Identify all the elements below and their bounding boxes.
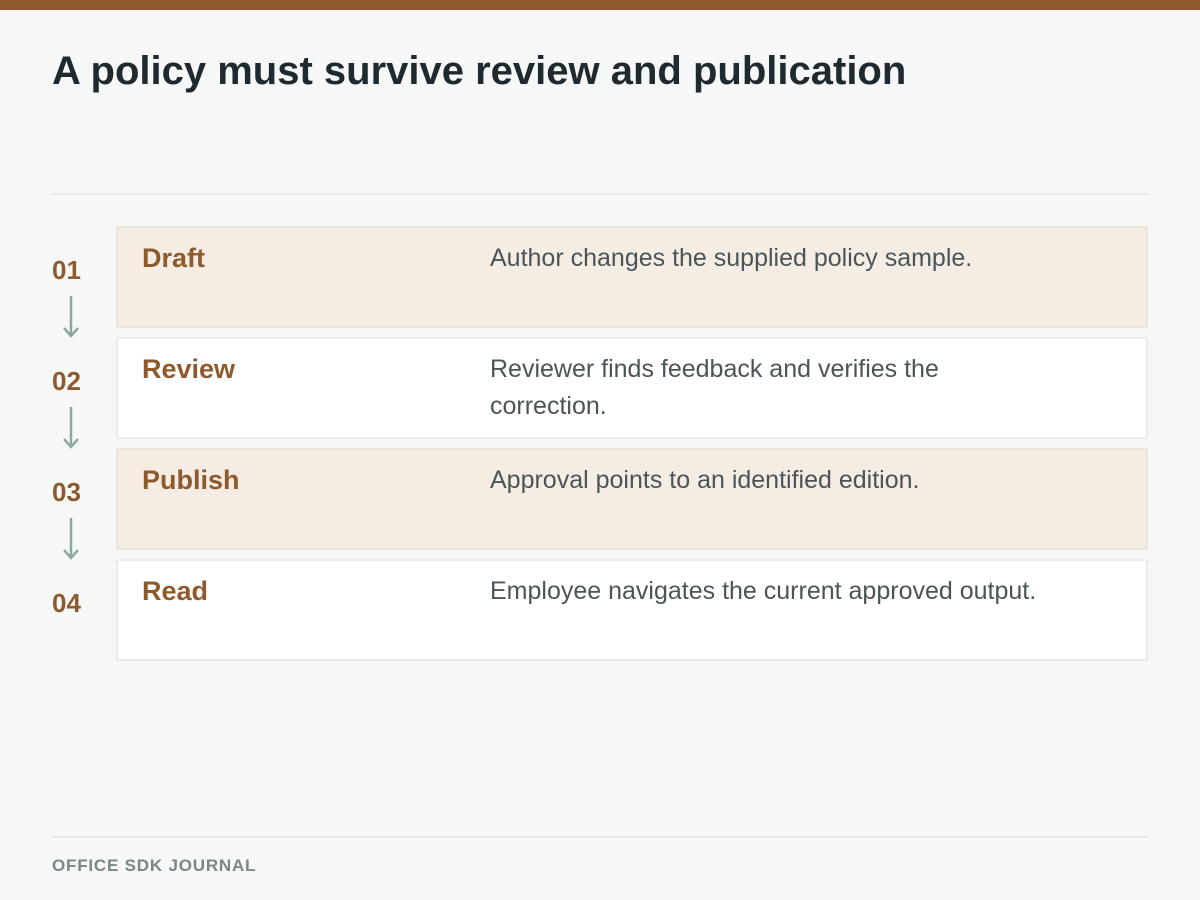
page-title: A policy must survive review and publica…	[52, 49, 907, 93]
step-name: Draft	[142, 243, 206, 273]
step-name: Read	[142, 576, 209, 606]
top-accent-bar	[0, 0, 1200, 10]
bottom-divider	[52, 836, 1148, 838]
step-card-publish: Publish Approval points to an identified…	[116, 448, 1148, 550]
step-card-read: Read Employee navigates the current appr…	[116, 559, 1148, 661]
top-divider	[52, 193, 1148, 195]
step-description: Employee navigates the current approved …	[490, 577, 1037, 605]
step-name: Publish	[142, 465, 240, 495]
step-number: 04	[52, 588, 81, 618]
step-number: 03	[52, 477, 81, 507]
footer-label: OFFICE SDK JOURNAL	[52, 856, 257, 875]
step-description: Author changes the supplied policy sampl…	[490, 244, 973, 272]
down-arrow-icon	[63, 296, 79, 338]
down-arrow-icon	[63, 518, 79, 560]
step-name: Review	[142, 354, 236, 384]
step-card-review: Review Reviewer finds feedback and verif…	[116, 337, 1148, 439]
step-description: Reviewer finds feedback and verifies the…	[490, 355, 939, 420]
step-description: Approval points to an identified edition…	[490, 466, 920, 494]
step-card-draft: Draft Author changes the supplied policy…	[116, 226, 1148, 328]
down-arrow-icon	[63, 407, 79, 449]
step-number: 02	[52, 366, 81, 396]
step-number: 01	[52, 255, 81, 285]
